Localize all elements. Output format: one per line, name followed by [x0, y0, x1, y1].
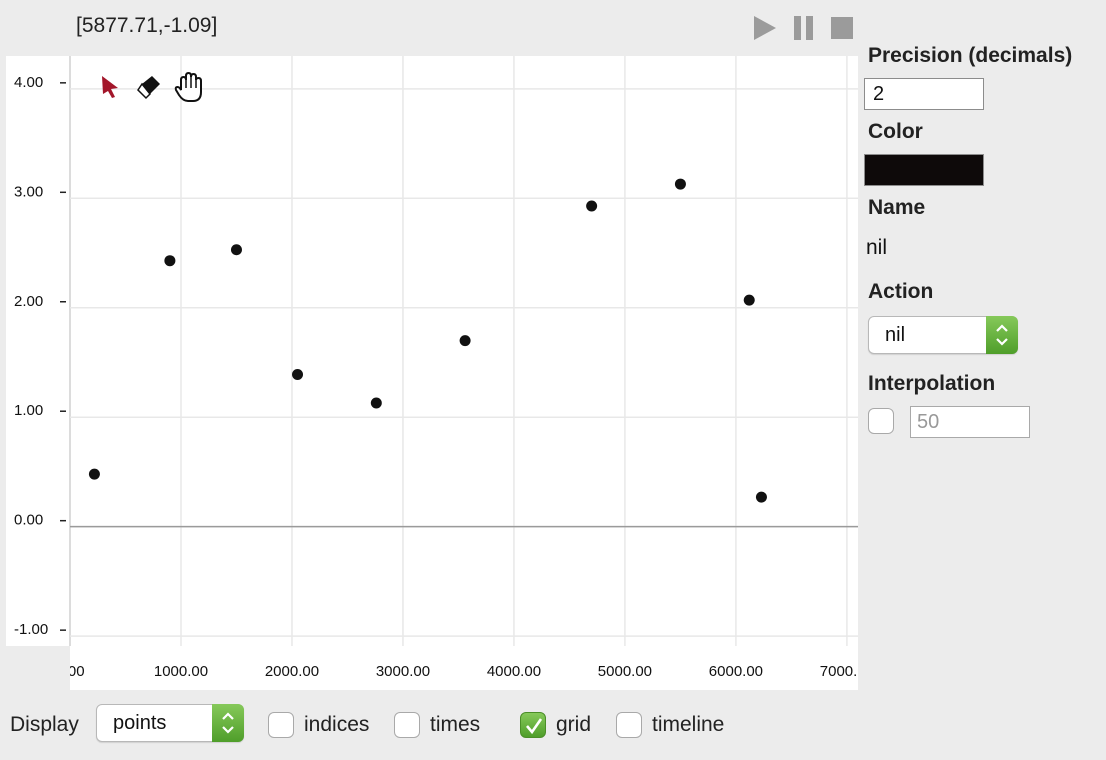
x-tick-label: 1000.00 [154, 663, 208, 680]
display-select[interactable]: points [96, 704, 244, 742]
interpolation-checkbox[interactable] [868, 408, 894, 434]
x-axis-strip: 0.00 1000.00 2000.00 3000.00 4000.00 5000.00 6… [6, 646, 858, 690]
pencil-icon[interactable] [136, 70, 164, 104]
data-point [586, 200, 598, 212]
grid-checkbox[interactable] [520, 712, 546, 738]
indices-label: indices [304, 713, 370, 736]
indices-checkbox[interactable] [268, 712, 294, 738]
data-point [88, 468, 100, 480]
scatter-plot[interactable]: -1.00 0.00 1.00 2.00 3.00 4.00 [6, 56, 858, 646]
times-checkbox[interactable] [394, 712, 420, 738]
y-tick-label: 1.00 [14, 402, 43, 419]
grid-label: grid [556, 713, 592, 736]
data-point [230, 244, 242, 256]
x-tick-label: 7000.00 [820, 663, 858, 680]
x-tick-label: 2000.00 [265, 663, 319, 680]
name-label: Name [868, 196, 926, 219]
action-select[interactable]: nil [868, 316, 1018, 354]
y-tick-label: 4.00 [14, 74, 43, 91]
chevron-up-down-icon [212, 704, 244, 742]
play-icon[interactable] [752, 14, 778, 42]
hand-icon[interactable] [172, 70, 208, 104]
stop-icon[interactable] [830, 14, 854, 42]
data-point [743, 294, 755, 306]
x-tick-label: 0.00 [55, 663, 84, 680]
y-tick-label: 3.00 [14, 183, 43, 200]
display-label: Display [10, 713, 79, 736]
timeline-label: timeline [652, 713, 725, 736]
precision-input[interactable] [864, 78, 984, 110]
action-label: Action [868, 280, 934, 303]
name-value: nil [866, 236, 888, 259]
data-point [755, 491, 767, 503]
y-tick-label: 2.00 [14, 293, 43, 310]
color-swatch[interactable] [864, 154, 984, 186]
pause-icon[interactable] [792, 14, 816, 42]
data-point [370, 397, 382, 409]
timeline-checkbox[interactable] [616, 712, 642, 738]
data-point [164, 255, 176, 267]
data-point [292, 369, 304, 381]
interpolation-label: Interpolation [868, 372, 996, 395]
chevron-up-down-icon [986, 316, 1018, 354]
arrow-pointer-icon[interactable] [98, 70, 124, 104]
cursor-coordinates: [5877.71,-1.09] [76, 14, 218, 37]
data-point [459, 335, 471, 347]
data-point [674, 178, 686, 190]
precision-label: Precision (decimals) [868, 44, 1073, 67]
display-select-value: points [113, 712, 167, 734]
plot-area[interactable]: -1.00 0.00 1.00 2.00 3.00 4.00 [6, 56, 858, 646]
x-tick-label: 6000.00 [709, 663, 763, 680]
x-tick-label: 5000.00 [598, 663, 652, 680]
interpolation-input[interactable] [910, 406, 1030, 438]
x-tick-label: 4000.00 [487, 663, 541, 680]
checkmark-icon [526, 718, 543, 735]
times-label: times [430, 713, 481, 736]
action-select-value: nil [885, 324, 906, 346]
color-label: Color [868, 120, 923, 143]
y-tick-label: 0.00 [14, 512, 43, 529]
x-tick-label: 3000.00 [376, 663, 430, 680]
y-tick-label: -1.00 [14, 621, 48, 638]
